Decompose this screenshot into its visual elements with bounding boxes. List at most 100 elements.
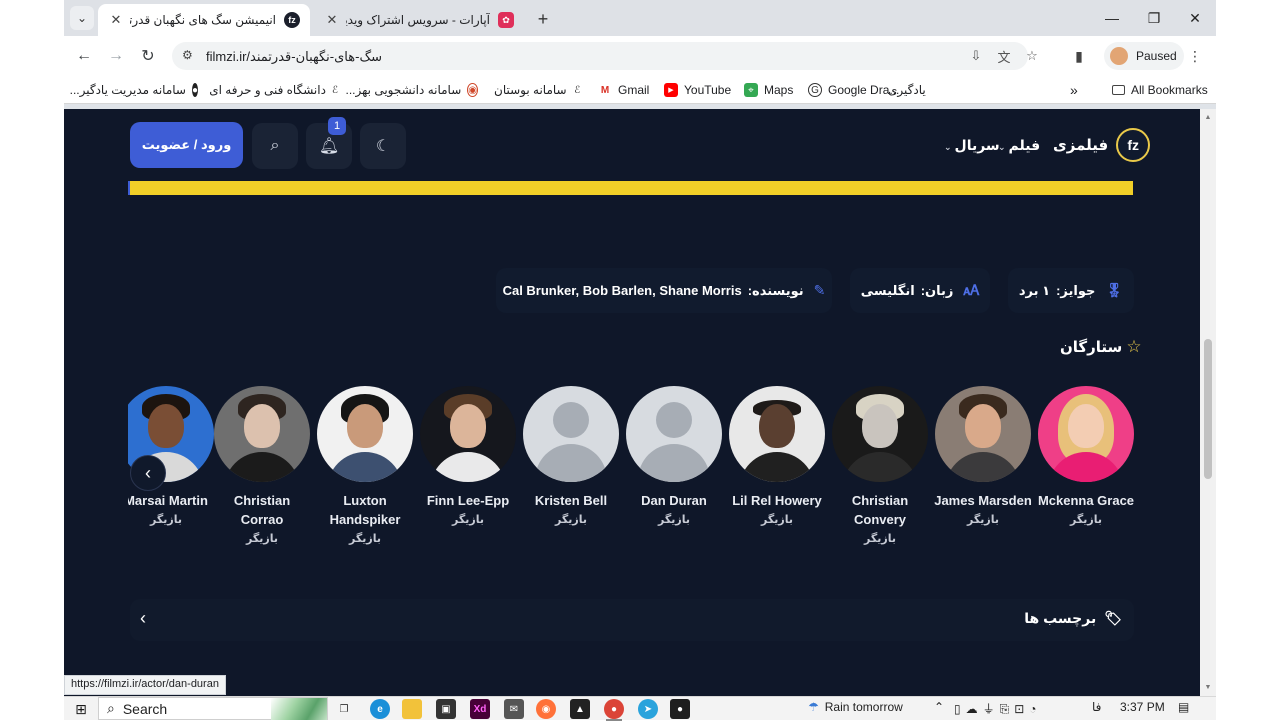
back-arrow-icon[interactable]: ←	[72, 44, 96, 68]
scroll-down-icon[interactable]: ▼	[1203, 682, 1213, 692]
site-header: ورود / عضویت ⌕ 🔔︎ 1 ☾ سریال⌄ فیلم⌄ fz فی…	[64, 109, 1200, 181]
reload-icon[interactable]: ↻	[136, 44, 160, 68]
chrome-icon[interactable]: ●	[604, 699, 624, 721]
bookmark-item[interactable]: یادگیری	[888, 82, 926, 98]
clock[interactable]: 3:37 PM	[1120, 700, 1165, 714]
nav-film[interactable]: فیلم⌄	[998, 137, 1040, 154]
new-tab-plus-icon[interactable]: +	[532, 8, 554, 30]
search-icon: ⌕	[107, 700, 115, 716]
bookmark-label: YouTube	[684, 83, 732, 97]
telegram-icon[interactable]: ➤	[638, 699, 658, 719]
rain-cloud-icon: ☂	[808, 700, 819, 714]
carousel-prev-button[interactable]: ‹	[130, 455, 166, 491]
actor-name: James Marsden	[934, 493, 1032, 508]
awards-value: ۱ برد	[1018, 282, 1051, 298]
folder-icon	[1112, 85, 1125, 95]
window-close-icon[interactable]: ✕	[1174, 0, 1216, 36]
xd-icon[interactable]: Xd	[470, 699, 490, 719]
bookmark-item[interactable]: M Gmail	[598, 82, 650, 98]
weather-widget[interactable]: ☂ Rain tomorrow	[808, 700, 903, 714]
notification-center-icon[interactable]: ▤	[1178, 700, 1189, 714]
gmail-icon: M	[600, 84, 610, 96]
nav-series[interactable]: سریال⌄	[944, 137, 1000, 154]
scroll-up-icon[interactable]: ▲	[1203, 112, 1213, 122]
search-button[interactable]: ⌕	[252, 123, 298, 169]
address-bar[interactable]: ⚙ filmzi.ir/سگ-های-نگهبان-قدرتمند ⇩ 文 ☆	[172, 42, 1038, 70]
actor-photo	[832, 386, 928, 482]
site-brand[interactable]: fz فیلمزی	[1053, 127, 1151, 163]
edge-icon[interactable]: e	[370, 699, 390, 719]
cast-card[interactable]: James Marsden بازیگر	[933, 386, 1033, 526]
side-panel-icon[interactable]: ▮	[1068, 44, 1090, 68]
cast-card[interactable]: Christian Convery بازیگر	[830, 386, 930, 545]
dark-mode-toggle[interactable]: ☾	[360, 123, 406, 169]
windows-taskbar: ⊞ ⌕ Search ❐ e ▣ Xd ✉ ◉ ▲ ● ➤ ● ☂ Rain t…	[64, 696, 1216, 721]
cast-card[interactable]: Finn Lee-Epp بازیگر	[418, 386, 518, 526]
brand-name: فیلمزی	[1053, 137, 1109, 154]
browser-toolbar: ← → ↻ ⚙ filmzi.ir/سگ-های-نگهبان-قدرتمند …	[64, 36, 1216, 76]
awards-label: جوایز:	[1056, 282, 1096, 298]
actor-name: Lil Rel Howery	[732, 493, 822, 508]
tab-search-button[interactable]: ⌄	[70, 6, 94, 30]
taskbar-search[interactable]: ⌕ Search	[98, 697, 328, 720]
forward-arrow-icon[interactable]: →	[104, 44, 128, 68]
bookmark-item[interactable]: ◉ سامانه دانشجویی بهز...	[346, 82, 478, 98]
page-scrollbar[interactable]: ▲ ▼	[1200, 109, 1216, 696]
chevron-left-icon[interactable]: ‹	[140, 608, 146, 629]
mail-icon[interactable]: ✉	[504, 699, 524, 719]
login-register-button[interactable]: ورود / عضویت	[130, 122, 243, 168]
cast-card[interactable]: Dan Duran بازیگر	[624, 386, 724, 526]
menu-kebab-icon[interactable]: ⋮	[1186, 44, 1204, 68]
tray-overflow-icon[interactable]: ⌃	[934, 700, 944, 714]
notifications-button[interactable]: 🔔︎ 1	[306, 117, 352, 169]
minimize-icon[interactable]: —	[1091, 0, 1133, 36]
cast-card[interactable]: Lil Rel Howery بازیگر	[727, 386, 827, 526]
weather-text: Rain tomorrow	[824, 700, 903, 714]
recorder-icon[interactable]: ●	[670, 699, 690, 719]
cast-card[interactable]: Kristen Bell بازیگر	[521, 386, 621, 526]
search-highlight-art	[271, 698, 327, 720]
language-chip: 🗚 زبان: انگلیسی	[850, 268, 990, 313]
restore-icon[interactable]: ❐	[1133, 0, 1175, 36]
bookmark-item[interactable]: ℰ سامانه بوستان	[494, 82, 582, 98]
bookmark-item[interactable]: ▶ YouTube	[664, 82, 731, 98]
all-bookmarks-button[interactable]: All Bookmarks	[1112, 82, 1208, 98]
close-icon[interactable]: ✕	[324, 12, 340, 28]
store-icon[interactable]: ▣	[436, 699, 456, 719]
bookmark-item[interactable]: G Google Dra...	[808, 82, 899, 98]
bookmark-label: سامانه بوستان	[494, 83, 567, 97]
brand-logo: fz	[1116, 128, 1151, 162]
avatar-placeholder-icon	[626, 386, 722, 482]
tab-active[interactable]: fz انیمیشن سگ های نگهبان قدرتمند ✕	[98, 4, 310, 36]
bookmark-star-icon[interactable]: ☆	[1022, 46, 1042, 66]
chevron-down-icon: ⌄	[998, 142, 1006, 152]
cast-card[interactable]: Luxton Handspiker بازیگر	[315, 386, 415, 545]
bookmark-label: سامانه دانشجویی بهز...	[345, 83, 462, 97]
task-view-icon[interactable]: ❐	[334, 699, 354, 719]
actor-name: Christian Convery	[851, 493, 909, 527]
input-language[interactable]: فا	[1092, 700, 1101, 714]
profile-button[interactable]: Paused	[1104, 42, 1184, 70]
translate-icon[interactable]: 文	[994, 46, 1014, 66]
install-app-icon[interactable]: ⇩	[966, 46, 986, 66]
photos-icon[interactable]: ▲	[570, 699, 590, 719]
close-icon[interactable]: ✕	[108, 12, 124, 28]
bookmarks-overflow-icon[interactable]: »	[1070, 82, 1078, 98]
bookmark-item[interactable]: ● سامانه مدیریت یادگیر...	[70, 82, 198, 98]
scroll-thumb[interactable]	[1204, 339, 1212, 479]
site-settings-icon[interactable]: ⚙	[182, 48, 193, 62]
section-heading: ستارگان	[1060, 339, 1123, 356]
actor-role: بازیگر	[349, 533, 381, 545]
tab-aparat[interactable]: ✿ آپارات - سرویس اشتراک ویدیو ✕	[314, 4, 524, 36]
firefox-icon[interactable]: ◉	[536, 699, 556, 719]
bookmark-label: دانشگاه فنی و حرفه ای	[209, 83, 326, 97]
bookmark-item[interactable]: ℰ دانشگاه فنی و حرفه ای	[209, 82, 338, 98]
cast-card[interactable]: Mckenna Grace بازیگر	[1036, 386, 1136, 526]
bookmark-label: سامانه مدیریت یادگیر...	[69, 83, 186, 97]
cast-card[interactable]: Christian Corrao بازیگر	[212, 386, 312, 545]
star-icon: ☆	[1126, 337, 1142, 356]
windows-start-icon[interactable]: ⊞	[72, 700, 90, 718]
section-heading: برچسب ها	[1024, 610, 1097, 626]
bookmark-item[interactable]: ⌖ Maps	[744, 82, 793, 98]
file-explorer-icon[interactable]	[402, 699, 422, 719]
